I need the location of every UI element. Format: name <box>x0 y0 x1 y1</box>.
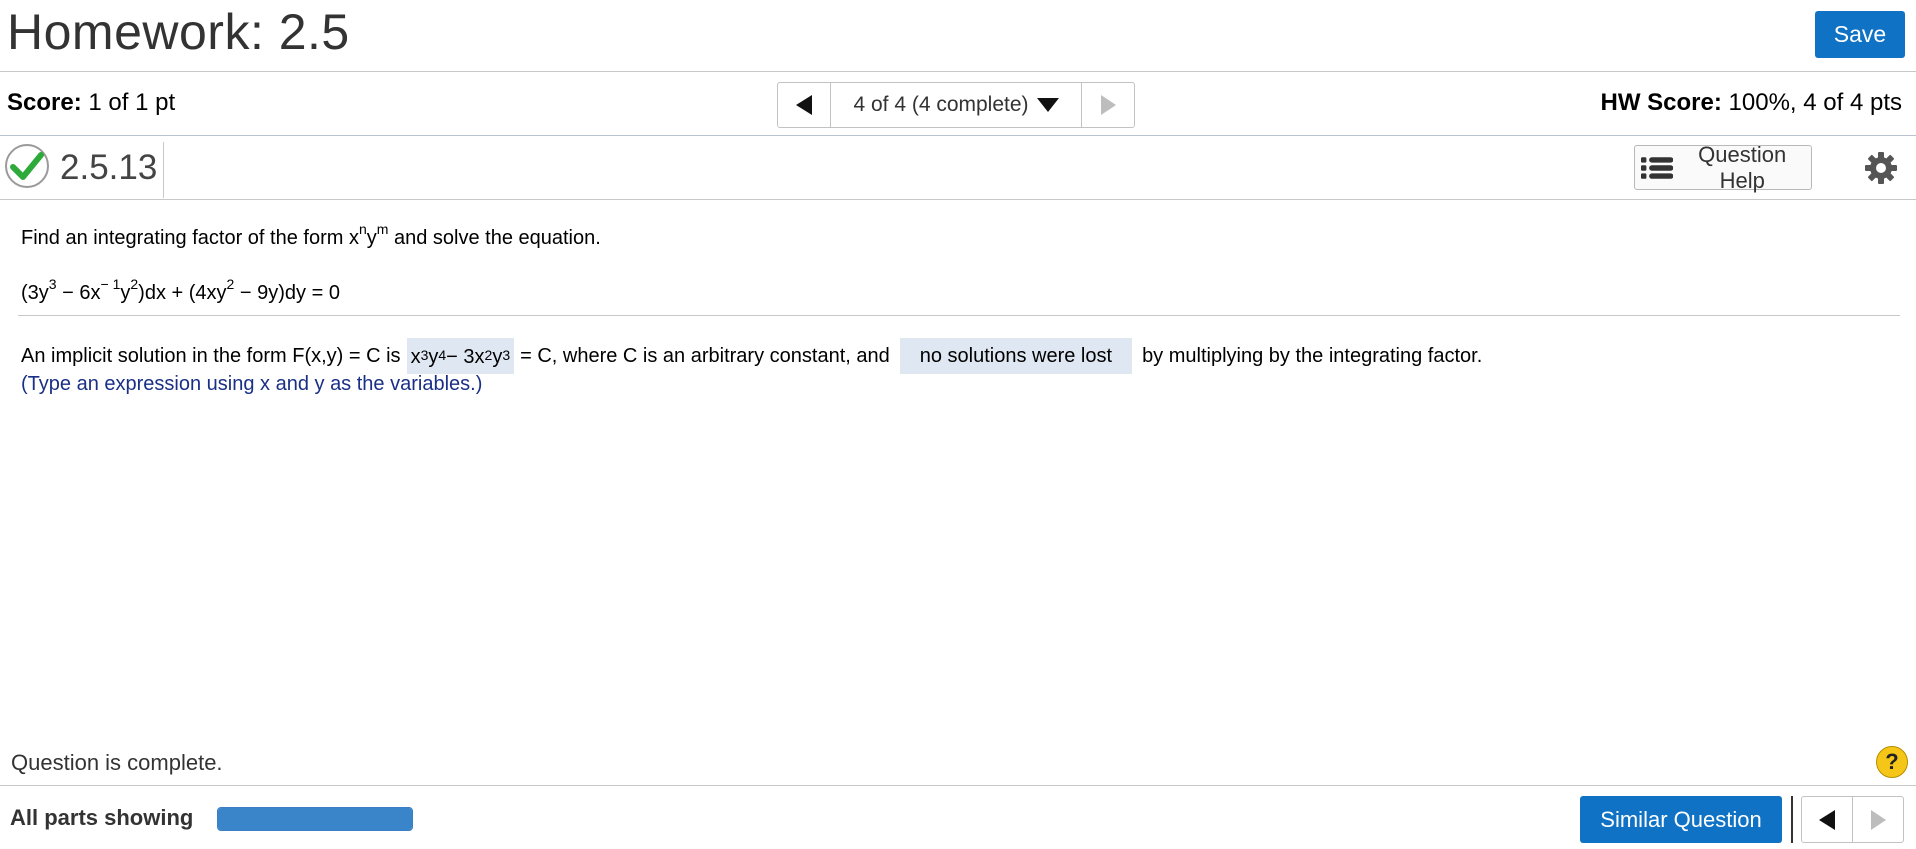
page-title: Homework: 2.5 <box>7 4 350 60</box>
question-help-label: Question Help <box>1698 141 1787 193</box>
correct-check-icon <box>5 144 49 188</box>
footer-question-navigator <box>1801 796 1904 843</box>
completion-status: Question is complete. <box>11 750 223 775</box>
eq-part: − 9y)dy = 0 <box>234 282 340 304</box>
caret-down-icon <box>1036 98 1059 112</box>
ans-part: y <box>492 346 503 368</box>
parts-progress-bar <box>217 807 413 831</box>
eq-exponent: − 1 <box>100 276 121 293</box>
ans-part: − 3x <box>446 346 485 368</box>
exponent-n: n <box>358 221 367 238</box>
answer-prefix: An implicit solution in the form F(x,y) … <box>21 345 401 367</box>
differential-equation: (3y3 − 6x− 1y2)dx + (4xy2 − 9y)dy = 0 <box>21 277 340 306</box>
answer-suffix: by multiplying by the integrating factor… <box>1142 345 1483 367</box>
eq-exponent: 3 <box>48 276 57 293</box>
question-bar-divider <box>163 142 164 198</box>
eq-part: y <box>120 282 131 304</box>
eq-part: (3y <box>21 282 49 304</box>
prompt-text-suffix: and solve the equation. <box>388 227 601 249</box>
score: Score: 1 of 1 pt <box>7 88 175 118</box>
question-help-button[interactable]: Question Help <box>1634 142 1812 193</box>
prompt-text-y: y <box>366 227 377 249</box>
footer-previous-button[interactable] <box>1802 797 1853 842</box>
answer-expression-field[interactable]: x3y4 − 3x 2 y 3 <box>406 338 515 374</box>
eq-exponent: 2 <box>226 276 235 293</box>
question-number: 2.5.13 <box>60 148 158 187</box>
prompt-text: Find an integrating factor of the form x <box>21 227 359 249</box>
question-navigator: 4 of 4 (4 complete) <box>777 82 1135 128</box>
answer-hint: (Type an expression using x and y as the… <box>21 373 483 395</box>
question-select-dropdown[interactable]: 4 of 4 (4 complete) <box>831 83 1082 127</box>
answer-line: An implicit solution in the form F(x,y) … <box>21 338 1482 374</box>
eq-part: − 6x <box>56 282 101 304</box>
eq-exponent: 2 <box>130 276 139 293</box>
previous-question-button[interactable] <box>778 83 831 127</box>
footer-nav-divider <box>1791 796 1793 843</box>
help-question-icon[interactable]: ? <box>1876 746 1908 778</box>
footer-divider <box>0 785 1916 786</box>
question-prompt: Find an integrating factor of the form x… <box>21 222 601 251</box>
hw-score-label: HW Score: <box>1600 89 1722 116</box>
all-parts-label: All parts showing <box>10 805 194 830</box>
score-divider <box>0 135 1916 136</box>
header-divider <box>0 71 1916 72</box>
solutions-lost-dropdown[interactable]: no solutions were lost <box>899 338 1133 374</box>
progress-fill <box>218 808 412 830</box>
eq-part: )dx + (4xy <box>138 282 227 304</box>
chevron-left-icon <box>796 95 812 115</box>
answer-mid-text: = C, where C is an arbitrary constant, a… <box>520 345 890 367</box>
save-button[interactable]: Save <box>1815 11 1905 58</box>
hw-score-value: 100%, 4 of 4 pts <box>1728 89 1902 116</box>
similar-question-button[interactable]: Similar Question <box>1580 796 1782 843</box>
exponent-m: m <box>376 221 389 238</box>
chevron-left-icon <box>1819 809 1835 830</box>
score-value: 1 of 1 pt <box>88 89 176 116</box>
question-divider <box>18 315 1900 316</box>
score-label: Score: <box>7 89 82 116</box>
next-question-button[interactable] <box>1082 83 1134 127</box>
footer-next-button[interactable] <box>1853 797 1903 842</box>
list-icon <box>1641 156 1674 179</box>
chevron-right-icon <box>1870 809 1886 830</box>
settings-gear-icon[interactable] <box>1864 151 1898 185</box>
question-bar-divider-bottom <box>0 199 1916 200</box>
ans-part: x <box>410 346 421 368</box>
question-select-label: 4 of 4 (4 complete) <box>853 93 1029 116</box>
hw-score: HW Score: 100%, 4 of 4 pts <box>1601 88 1902 118</box>
chevron-right-icon <box>1100 95 1116 115</box>
ans-part: y <box>428 346 439 368</box>
